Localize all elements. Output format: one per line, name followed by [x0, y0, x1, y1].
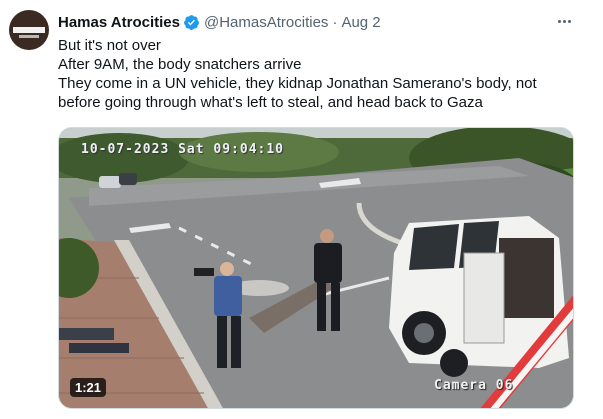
- avatar-logo-icon: [13, 27, 45, 33]
- tweet-text-line: before going through what's left to stea…: [58, 94, 483, 111]
- tweet-header: Hamas Atrocities @HamasAtrocities · Aug …: [58, 12, 381, 32]
- video-player[interactable]: 10-07-2023 Sat 09:04:10 Camera 06 1:21: [58, 127, 574, 409]
- header-separator: ·: [332, 13, 338, 31]
- author-avatar[interactable]: [9, 10, 49, 50]
- author-handle[interactable]: @HamasAtrocities: [204, 14, 328, 31]
- tweet-text-line: But it's not over: [58, 37, 161, 54]
- more-options-icon[interactable]: [553, 12, 575, 30]
- camera-timestamp-overlay: 10-07-2023 Sat 09:04:10: [81, 142, 285, 157]
- video-frame: [59, 128, 573, 408]
- verified-badge-icon: [184, 14, 199, 30]
- tweet-text: But it's not over After 9AM, the body sn…: [58, 36, 578, 112]
- author-display-name[interactable]: Hamas Atrocities: [58, 14, 180, 31]
- tweet[interactable]: Hamas Atrocities @HamasAtrocities · Aug …: [0, 0, 603, 419]
- tweet-text-line: They come in a UN vehicle, they kidnap J…: [58, 75, 537, 92]
- camera-label-overlay: Camera 06: [434, 378, 514, 393]
- video-duration-badge: 1:21: [70, 378, 107, 397]
- tweet-date[interactable]: Aug 2: [341, 14, 380, 31]
- tweet-text-line: After 9AM, the body snatchers arrive: [58, 56, 302, 73]
